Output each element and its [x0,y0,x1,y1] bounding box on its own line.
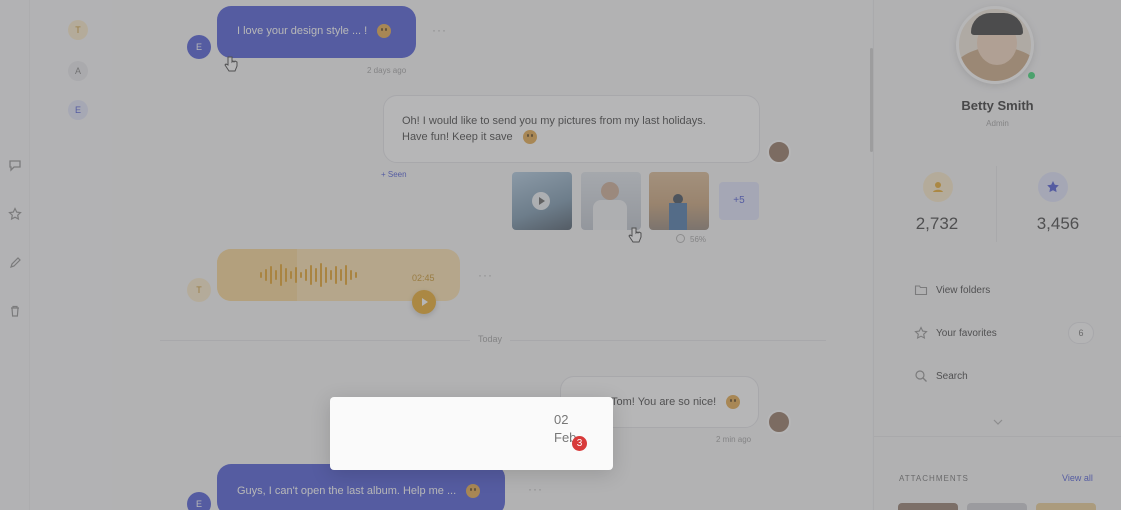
hand-cursor-icon [628,226,642,249]
attachment-thumbnail[interactable] [1036,503,1096,510]
notification-badge: 3 [572,436,587,451]
message-bubble: I love your design style ... ! [217,6,416,58]
contact-initial: T [75,25,81,35]
contacts-column: T A E [30,0,112,510]
pencil-icon[interactable] [8,256,22,270]
view-folders-item[interactable]: View folders [914,285,991,296]
user-icon [923,172,953,202]
sender-avatar: E [187,492,211,510]
sender-initial: T [196,285,202,295]
date-popup[interactable]: 02 Feb 3 [330,397,613,470]
favorites-count-badge: 6 [1068,322,1094,344]
icon-sidebar [0,0,30,510]
contact-avatar[interactable]: T [68,20,88,40]
more-options-icon[interactable]: ··· [478,268,493,282]
more-photos-button[interactable]: +5 [719,182,759,220]
photo-thumbnail[interactable] [649,172,709,230]
attachments-heading: ATTACHMENTS [899,474,969,483]
your-favorites-item[interactable]: Your favorites [914,326,997,340]
folder-icon [914,283,928,297]
divider [874,436,1121,437]
emoji-icon [466,484,481,499]
star-icon [1038,172,1068,202]
attachment-thumbnail[interactable] [967,503,1027,510]
view-all-link[interactable]: View all [1062,473,1093,483]
profile-name: Betty Smith [961,98,1034,113]
search-icon [914,369,928,383]
seen-status: + Seen [381,170,407,179]
stat-value: 3,456 [1036,214,1080,233]
message-text: Tom! You are so nice! [611,396,717,408]
more-options-icon[interactable]: ··· [432,23,447,37]
play-button[interactable] [412,290,436,314]
star-icon[interactable] [8,207,22,221]
chat-icon[interactable] [8,158,22,172]
contact-initial: E [74,105,81,115]
sender-avatar: E [187,35,211,59]
user-avatar [767,410,791,434]
profile-role: Admin [986,119,1009,128]
search-item[interactable]: Search [915,370,968,382]
emoji-icon [726,395,741,410]
profile-avatar [956,6,1034,84]
contact-initial: A [74,66,81,76]
trash-icon[interactable] [8,304,22,318]
photo-thumbnail[interactable] [581,172,641,230]
hand-cursor-icon [224,55,238,78]
message-text: Oh! I would like to send you my pictures… [402,115,706,127]
popup-day: 02 [554,412,569,427]
message-text: Have fun! Keep it save [402,131,513,143]
upload-progress: 56% [690,235,707,244]
menu-label: Search [936,371,968,382]
voice-duration: 02:45 [412,273,435,283]
contact-avatar[interactable]: E [68,100,88,120]
star-icon [914,326,928,340]
menu-label: Your favorites [936,328,997,339]
menu-label: View folders [936,285,991,296]
play-icon[interactable] [532,192,550,210]
attachment-thumbnail[interactable] [898,503,958,510]
message-bubble: Guys, I can't open the last album. Help … [217,464,505,510]
message-bubble: Oh! I would like to send you my pictures… [383,95,760,163]
message-text: Guys, I can't open the last album. Help … [237,485,457,497]
contact-avatar[interactable]: A [68,61,88,81]
emoji-icon [377,24,392,39]
stat-value: 2,732 [915,214,959,233]
divider [996,166,997,242]
date-divider-label: Today [470,334,511,344]
message-time: 2 min ago [716,435,752,444]
progress-ring-icon [676,234,685,243]
waveform-icon [260,263,357,287]
sender-avatar: T [187,278,211,302]
user-avatar [767,140,791,164]
profile-sidebar: Betty Smith Admin 2,732 3,456 View folde… [873,0,1121,510]
photo-thumbnail[interactable] [512,172,572,230]
online-status-icon [1028,72,1035,79]
sender-initial: E [195,42,202,52]
emoji-icon [522,130,537,145]
sender-initial: E [195,499,202,509]
chevron-down-icon[interactable] [992,414,1004,432]
more-options-icon[interactable]: ··· [528,482,543,496]
play-icon [422,298,428,306]
message-time: 2 days ago [367,66,407,75]
message-text: I love your design style ... ! [237,25,368,37]
